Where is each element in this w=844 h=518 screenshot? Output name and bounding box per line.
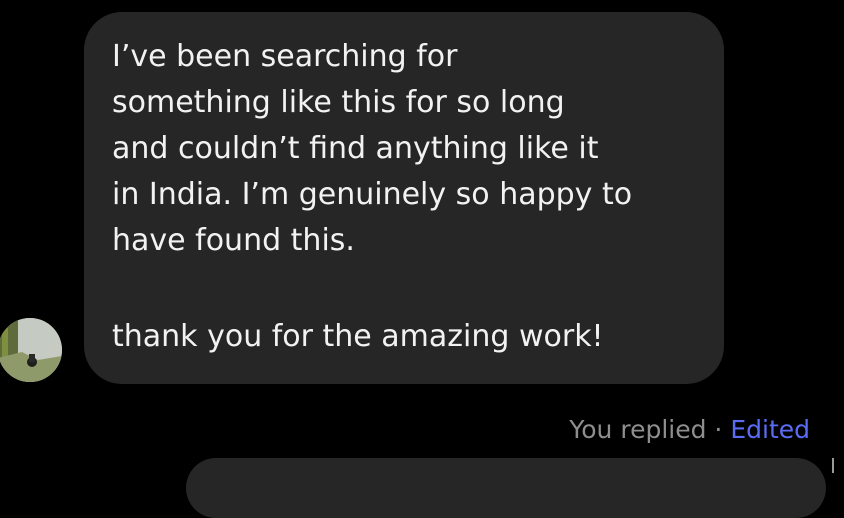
message-text-line: have found this. [112,223,355,258]
scrollbar[interactable] [832,458,834,473]
reply-meta: You replied · Edited [569,412,810,448]
message-text-line: and couldn’t find anything like it [112,131,599,166]
reply-message-bubble[interactable] [186,458,826,518]
message-closing-line: thank you for the amazing work! [112,319,604,354]
message-text-line: something like this for so long [112,85,565,120]
edited-link[interactable]: Edited [730,415,810,444]
you-replied-label: You replied [569,415,707,444]
sender-avatar[interactable] [0,318,62,382]
message-text-line: in India. I’m genuinely so happy to [112,177,633,212]
received-message-bubble[interactable]: I’ve been searching for something like t… [84,12,724,384]
message-paragraph-gap [112,264,700,314]
meta-separator: · [714,415,723,444]
message-text-line: I’ve been searching for [112,39,458,74]
